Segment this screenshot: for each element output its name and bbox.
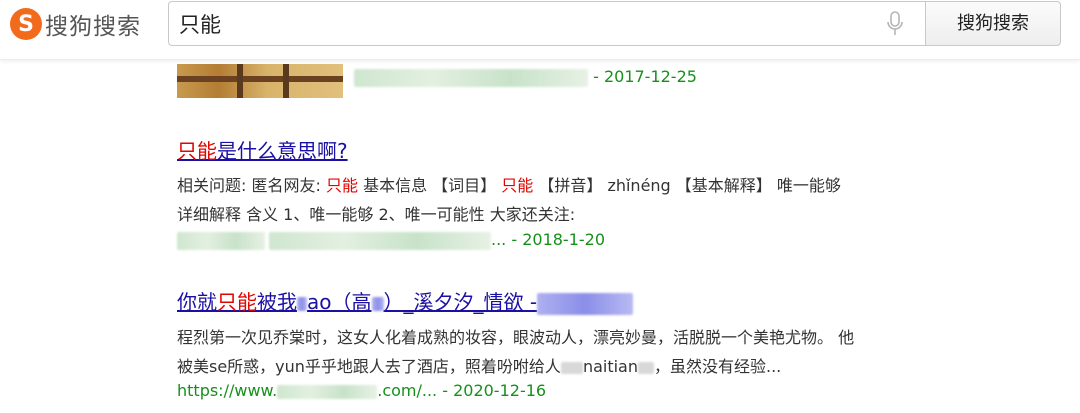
redacted-text [297,296,307,311]
result-3-title-text: ）_溪夕汐_情欲 - [383,290,538,314]
result-2-title-highlight: 只能 [177,139,217,163]
snippet-text: 相关问题: 匿名网友: [177,176,326,195]
result-2-snippet-line-2: 详细解释 含义 1、唯一能够 2、唯一可能性 大家还关注: [177,205,576,224]
result-2-date: ... - 2018-1-20 [491,230,606,249]
result-3-title-text: 被我 [257,290,297,314]
redacted-site-name [537,292,634,315]
result-2-title[interactable]: 只能是什么意思啊? [177,135,348,164]
result-3-snippet-line-1: 程烈第一次见乔棠时，这女人化着成熟的妆容，眼波动人，漂亮妙曼，活脱脱一个美艳尤物… [177,328,855,347]
redacted-text [371,296,384,311]
search-button[interactable]: 搜狗搜索 [925,1,1061,46]
redacted-url [354,68,588,87]
snippet-text: naitian [582,357,638,376]
redacted-url [277,384,378,399]
result-thumbnail[interactable] [177,64,343,98]
result-3-citation: https://www. .com/... - 2020-12-16 [177,381,546,400]
snippet-text: 基本信息 【词目】 [357,176,502,195]
result-3-snippet-line-2: 被美se所惑，yun乎乎地跟人去了酒店，照着吩咐给人 naitian ，虽然没有经验… [177,353,781,377]
redacted-url [177,231,265,250]
result-2-snippet-line-1: 相关问题: 匿名网友: 只能 基本信息 【词目】 只能 【拼音】 zhǐnéng… [177,172,841,196]
snippet-text: ，虽然没有经验... [654,357,782,376]
result-3-title-text: ao（高 [307,290,372,314]
result-3-url: https://www. [177,381,278,400]
snippet-highlight: 只能 [501,176,534,195]
result-2-title-text: 是什么意思啊? [217,139,348,163]
result-1-citation: - 2017-12-25 [354,67,697,87]
search-header: S 搜狗搜索 搜狗搜索 [0,0,1080,60]
redacted-text [638,361,654,374]
sogou-logo-text: 搜狗搜索 [45,14,141,40]
redacted-url [269,231,491,250]
result-1-date: - 2017-12-25 [593,67,697,86]
snippet-text: 被美se所惑，yun乎乎地跟人去了酒店，照着吩咐给人 [177,357,561,376]
result-3-title-highlight: 只能 [217,290,257,314]
microphone-icon[interactable] [885,11,905,37]
sogou-logo-mark: S [10,8,42,40]
result-3-title-text: 你就 [177,290,217,314]
search-box [168,1,925,46]
snippet-highlight: 只能 [325,176,358,195]
result-3-title[interactable]: 你就只能被我 ao（高 ）_溪夕汐_情欲 - [177,286,634,315]
redacted-text [560,361,583,374]
sogou-logo[interactable]: S 搜狗搜索 [10,6,141,42]
snippet-text: 【拼音】 zhǐnéng 【基本解释】 唯一能够 [533,176,841,195]
search-input[interactable] [179,10,839,38]
result-3-url-date: .com/... - 2020-12-16 [377,381,547,400]
result-2-citation: ... - 2018-1-20 [177,230,605,250]
